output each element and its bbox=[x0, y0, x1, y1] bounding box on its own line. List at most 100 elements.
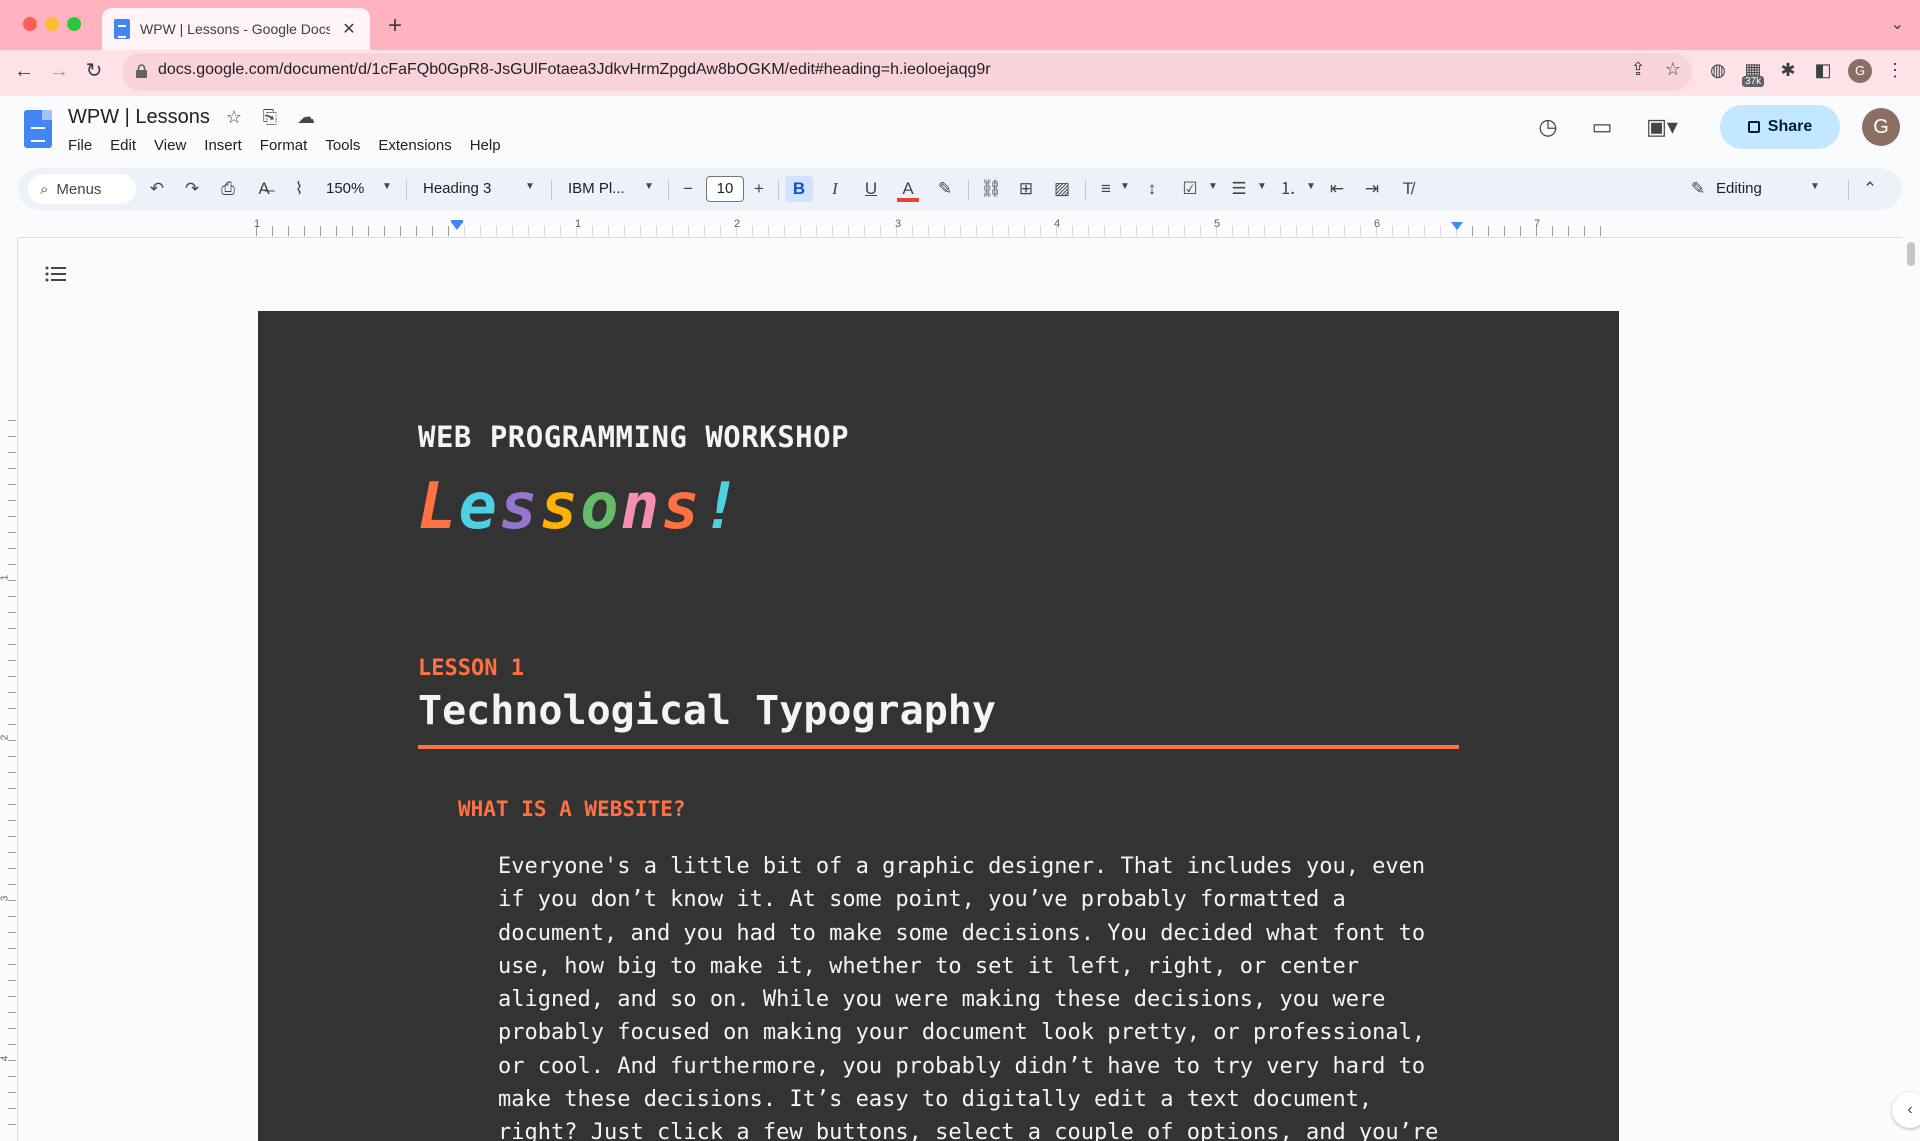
comments-icon[interactable]: ▭ bbox=[1586, 114, 1618, 140]
font-size-input[interactable]: 10 bbox=[706, 176, 744, 202]
align-dropdown-icon[interactable]: ▼ bbox=[1120, 181, 1130, 192]
meet-camera-icon[interactable]: ▣▾ bbox=[1646, 114, 1678, 140]
decrease-font-size-icon[interactable]: − bbox=[678, 176, 698, 202]
menu-view[interactable]: View bbox=[154, 135, 194, 156]
lesson-title: Technological Typography bbox=[418, 688, 996, 734]
font-dropdown-icon[interactable]: ▼ bbox=[644, 181, 654, 192]
decrease-indent-icon[interactable]: ⇤ bbox=[1324, 176, 1350, 202]
align-left-icon[interactable]: ≡ bbox=[1093, 176, 1119, 202]
menu-format[interactable]: Format bbox=[260, 135, 316, 156]
extension-badge: 37k bbox=[1742, 76, 1765, 87]
font-select[interactable]: IBM Pl... bbox=[568, 176, 644, 202]
document-title[interactable]: WPW | Lessons bbox=[68, 106, 210, 129]
redo-icon[interactable]: ↷ bbox=[180, 176, 204, 202]
menu-help[interactable]: Help bbox=[470, 135, 509, 156]
mode-dropdown-icon[interactable]: ▼ bbox=[1810, 181, 1820, 192]
numbered-list-icon[interactable]: ⒈ bbox=[1275, 176, 1301, 202]
increase-indent-icon[interactable]: ⇥ bbox=[1359, 176, 1385, 202]
menu-insert[interactable]: Insert bbox=[204, 135, 250, 156]
add-comment-icon[interactable]: ⊞ bbox=[1013, 176, 1039, 202]
google-docs-logo-icon[interactable] bbox=[24, 110, 52, 148]
url-text[interactable]: docs.google.com/document/d/1cFaFQb0GpR8-… bbox=[158, 61, 991, 79]
bold-button[interactable]: B bbox=[785, 176, 813, 202]
browser-tab[interactable]: WPW | Lessons - Google Docs ✕ bbox=[102, 8, 370, 50]
share-page-icon[interactable]: ⇪ bbox=[1625, 59, 1651, 80]
body-paragraph[interactable]: Everyone's a little bit of a graphic des… bbox=[498, 850, 1458, 1141]
browser-profile-avatar[interactable]: G bbox=[1848, 59, 1872, 83]
underline-button[interactable]: U bbox=[858, 176, 884, 202]
window-zoom-button[interactable] bbox=[67, 17, 81, 31]
new-tab-button[interactable]: + bbox=[382, 12, 408, 40]
menus-search-label: Menus bbox=[56, 180, 102, 198]
ruler-number: 4 bbox=[1054, 218, 1061, 230]
share-button[interactable]: Share bbox=[1720, 105, 1840, 149]
ruler-number: 3 bbox=[895, 218, 902, 230]
back-arrow-icon[interactable]: ← bbox=[10, 57, 38, 85]
numbered-dropdown-icon[interactable]: ▼ bbox=[1306, 181, 1316, 192]
extensions-puzzle-icon[interactable]: ✱ bbox=[1775, 57, 1801, 83]
reload-icon[interactable]: ↻ bbox=[80, 57, 108, 85]
paint-format-icon[interactable]: ⌇ bbox=[287, 176, 311, 202]
italic-button[interactable]: I bbox=[822, 176, 848, 202]
body-line: if you don’t know it. At some point, you… bbox=[498, 887, 1346, 913]
bullet-dropdown-icon[interactable]: ▼ bbox=[1257, 181, 1267, 192]
account-avatar[interactable]: G bbox=[1862, 108, 1900, 146]
side-panel-toggle-chevron-icon[interactable]: ‹ bbox=[1892, 1092, 1920, 1128]
menus-search-input[interactable]: ⌕ Menus bbox=[28, 174, 136, 204]
doc-big-title: Lessons! bbox=[418, 470, 742, 544]
menu-edit[interactable]: Edit bbox=[110, 135, 144, 156]
toolbar-divider bbox=[778, 180, 779, 200]
menu-file[interactable]: File bbox=[68, 135, 100, 156]
tab-close-icon[interactable]: ✕ bbox=[340, 19, 358, 39]
body-line: right? Just click a few buttons, select … bbox=[498, 1120, 1439, 1141]
window-close-button[interactable] bbox=[23, 17, 37, 31]
spellcheck-icon[interactable]: A̶ bbox=[252, 176, 276, 202]
editing-mode-select[interactable]: Editing bbox=[1716, 176, 1796, 202]
undo-icon[interactable]: ↶ bbox=[145, 176, 169, 202]
window-minimize-button[interactable] bbox=[45, 17, 59, 31]
insert-link-icon[interactable]: ⛓ bbox=[978, 176, 1004, 202]
vertical-ruler-ticks bbox=[8, 420, 16, 1140]
document-outline-icon[interactable] bbox=[44, 264, 68, 284]
zoom-dropdown-icon[interactable]: ▼ bbox=[382, 181, 392, 192]
cloud-saved-icon[interactable]: ☁ bbox=[294, 107, 318, 128]
toolbar-divider bbox=[551, 180, 552, 200]
zoom-select[interactable]: 150% bbox=[326, 176, 376, 202]
extension-globe-icon[interactable]: ◍ bbox=[1705, 57, 1731, 83]
bulleted-list-icon[interactable]: ☰ bbox=[1226, 176, 1252, 202]
checklist-dropdown-icon[interactable]: ▼ bbox=[1208, 181, 1218, 192]
increase-font-size-icon[interactable]: + bbox=[749, 176, 769, 202]
style-select[interactable]: Heading 3 bbox=[423, 176, 523, 202]
docs-menu-bar: File Edit View Insert Format Tools Exten… bbox=[68, 135, 519, 156]
forward-arrow-icon[interactable]: → bbox=[45, 57, 73, 85]
print-icon[interactable]: ⎙ bbox=[216, 176, 240, 202]
vertical-scrollbar[interactable] bbox=[1907, 242, 1915, 266]
insert-image-icon[interactable]: ▨ bbox=[1049, 176, 1075, 202]
search-icon: ⌕ bbox=[40, 180, 49, 198]
style-dropdown-icon[interactable]: ▼ bbox=[525, 181, 535, 192]
checklist-icon[interactable]: ☑ bbox=[1177, 176, 1203, 202]
browser-menu-icon[interactable]: ⋮ bbox=[1882, 57, 1908, 83]
tab-search-chevron-icon[interactable]: ⌄ bbox=[1891, 14, 1904, 34]
body-line: document, and you had to make some decis… bbox=[498, 920, 1426, 946]
menu-tools[interactable]: Tools bbox=[325, 135, 368, 156]
move-folder-icon[interactable]: ⎘ bbox=[258, 107, 282, 128]
left-indent-marker[interactable] bbox=[451, 222, 463, 230]
menu-extensions[interactable]: Extensions bbox=[378, 135, 459, 156]
vruler-number: 1 bbox=[0, 574, 11, 581]
side-panel-icon[interactable]: ◧ bbox=[1810, 57, 1836, 83]
right-indent-marker[interactable] bbox=[1451, 222, 1463, 230]
line-spacing-icon[interactable]: ↕ bbox=[1139, 176, 1165, 202]
title-letter: e bbox=[458, 470, 500, 544]
highlight-pen-icon[interactable]: ✎ bbox=[932, 176, 958, 202]
ruler-number: 6 bbox=[1374, 218, 1381, 230]
ruler-number: 2 bbox=[734, 218, 741, 230]
bookmark-star-icon[interactable]: ☆ bbox=[1660, 59, 1686, 80]
editing-pencil-icon[interactable]: ✎ bbox=[1686, 176, 1710, 202]
hide-menus-chevron-icon[interactable]: ⌃ bbox=[1857, 176, 1883, 202]
body-line: Everyone's a little bit of a graphic des… bbox=[498, 854, 1426, 879]
star-icon[interactable]: ☆ bbox=[222, 107, 246, 128]
version-history-icon[interactable]: ◷ bbox=[1532, 114, 1564, 140]
clear-formatting-icon[interactable]: T̸ bbox=[1395, 176, 1421, 202]
google-docs-favicon-icon bbox=[114, 19, 130, 39]
